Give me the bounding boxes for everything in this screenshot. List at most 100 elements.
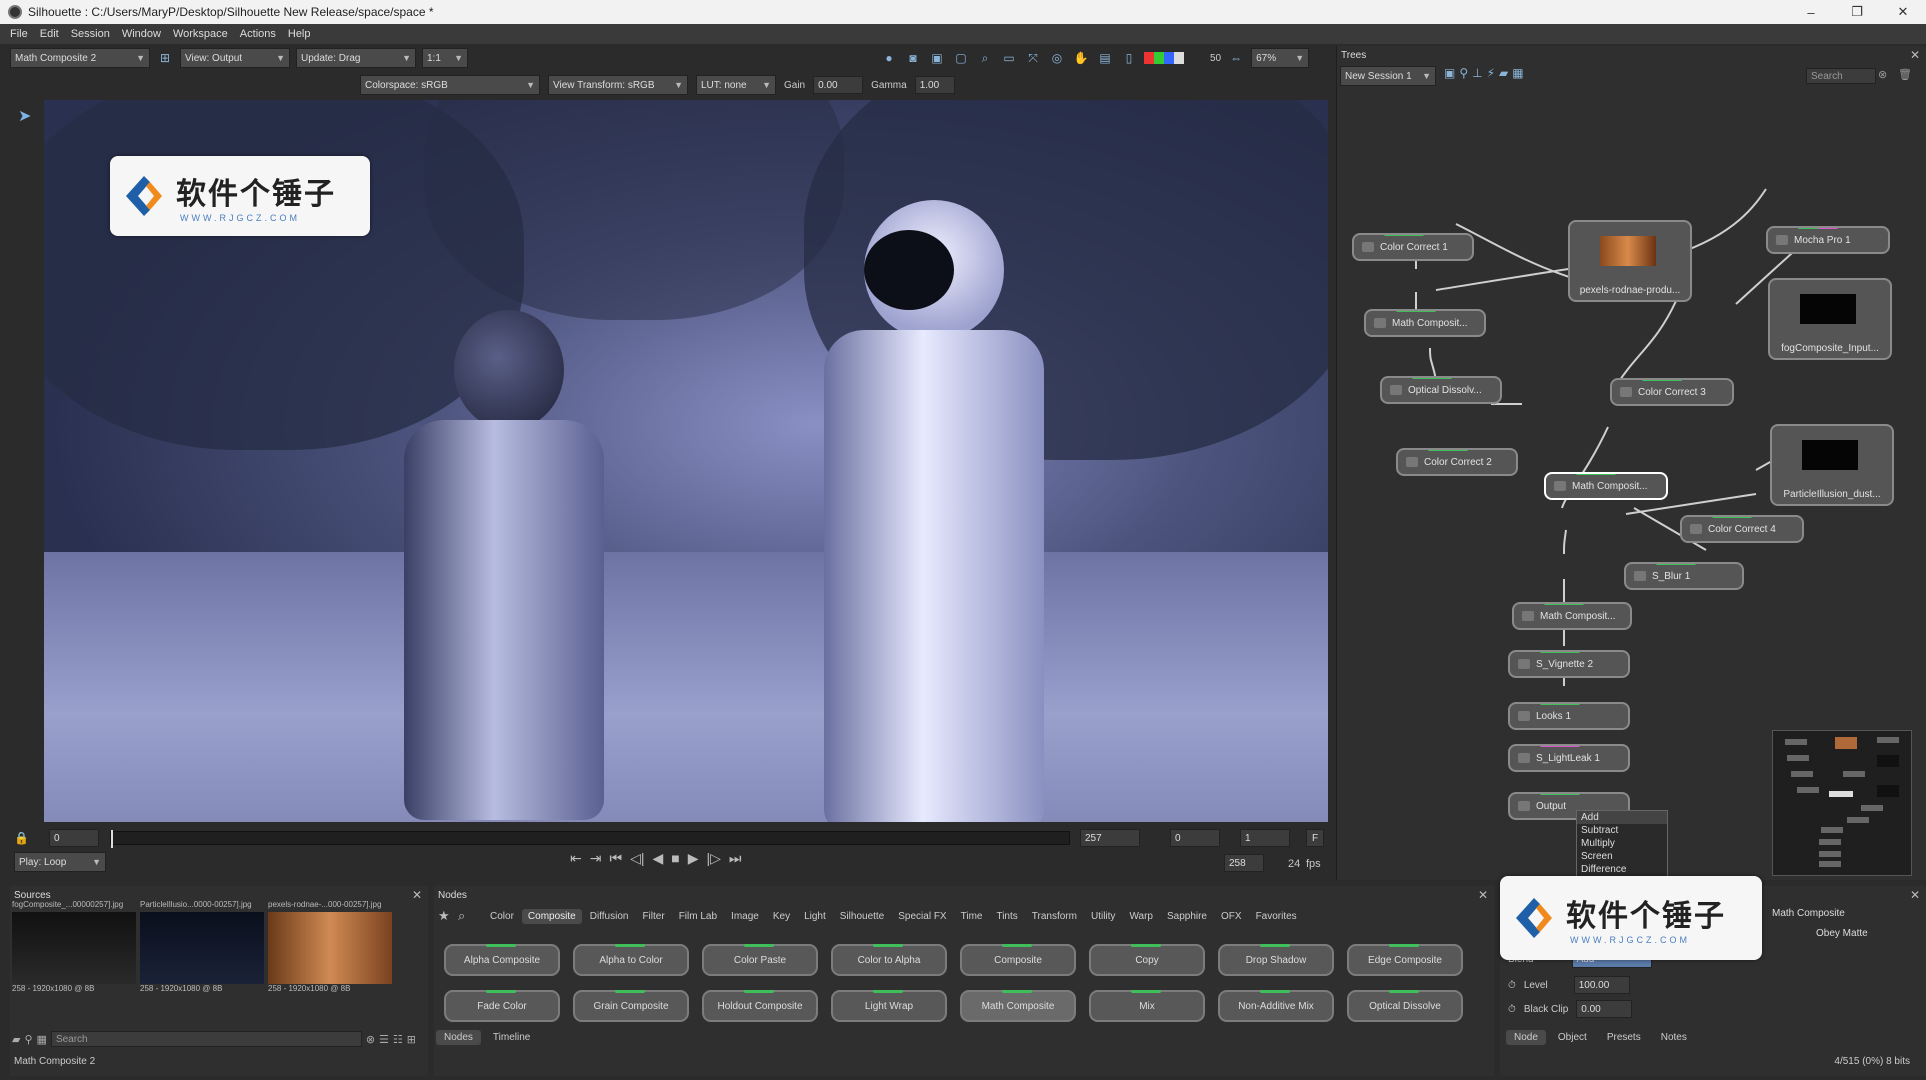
film-icon[interactable]: ▦ (37, 1033, 47, 1046)
close-icon[interactable]: ✕ (1478, 888, 1488, 902)
tree-node-pexels-source[interactable]: pexels-rodnae-produ... (1568, 220, 1692, 302)
pointer-icon[interactable]: ➤ (18, 106, 31, 126)
node-btn-alpha-to-color[interactable]: Alpha to Color (573, 944, 689, 976)
tab-diffusion[interactable]: Diffusion (584, 909, 635, 924)
play-reverse-icon[interactable]: ◀ (652, 850, 663, 867)
tab-object[interactable]: Object (1550, 1030, 1595, 1045)
trash-icon[interactable]: 🗑 (1898, 68, 1912, 81)
gamma-field[interactable]: 1.00 (914, 76, 955, 94)
fit-icon[interactable]: ⤧ (1024, 49, 1042, 67)
tab-film-lab[interactable]: Film Lab (673, 909, 723, 924)
tab-nodes[interactable]: Nodes (436, 1030, 481, 1045)
tab-composite[interactable]: Composite (521, 908, 582, 924)
arrange-icon[interactable]: ⊥ (1472, 66, 1482, 80)
tab-key[interactable]: Key (767, 909, 796, 924)
region-icon[interactable]: ▭ (1000, 49, 1018, 67)
tree-node-color-correct-4[interactable]: Color Correct 4 (1680, 515, 1804, 543)
detail-view-icon[interactable]: ☷ (393, 1033, 403, 1046)
channels-icon[interactable] (1144, 52, 1184, 64)
target-icon[interactable]: ◎ (1048, 49, 1066, 67)
tab-timeline[interactable]: Timeline (485, 1030, 538, 1045)
menu-file[interactable]: File (10, 28, 28, 40)
tree-node-color-correct-1[interactable]: Color Correct 1 (1352, 233, 1474, 261)
tree-node-math-composite-b[interactable]: Math Composit... (1544, 472, 1668, 500)
filter-icon[interactable]: ⚲ (24, 1033, 32, 1046)
node-btn-color-to-alpha[interactable]: Color to Alpha (831, 944, 947, 976)
node-btn-drop-shadow[interactable]: Drop Shadow (1218, 944, 1334, 976)
grid-view-icon[interactable]: ⊞ (407, 1033, 416, 1046)
go-start-icon[interactable]: ⇤ (570, 850, 582, 867)
tree-view-icon[interactable]: ▣ (1444, 66, 1455, 80)
view-combo[interactable]: View: Output ▼ (180, 48, 290, 68)
zoom-combo[interactable]: 67% ▼ (1251, 48, 1310, 68)
step-back-many-icon[interactable]: ⏮ (609, 850, 622, 867)
menu-session[interactable]: Session (71, 28, 110, 40)
tab-tints[interactable]: Tints (990, 909, 1023, 924)
step-forward-icon[interactable]: |▷ (707, 850, 721, 867)
view-transform-combo[interactable]: View Transform: sRGB ▼ (548, 75, 688, 95)
blend-mode-dropdown[interactable]: Add Subtract Multiply Screen Difference (1576, 810, 1668, 878)
ratio-combo[interactable]: 1:1 ▼ (422, 48, 468, 68)
source-item[interactable]: pexels-rodnae-...000-00257].jpg 258 - 19… (268, 900, 392, 1002)
list-view-icon[interactable]: ☰ (379, 1033, 389, 1046)
tab-sapphire[interactable]: Sapphire (1161, 909, 1213, 924)
node-btn-copy[interactable]: Copy (1089, 944, 1205, 976)
timeline-bar[interactable] (110, 830, 1070, 848)
tab-image[interactable]: Image (725, 909, 765, 924)
tab-transform[interactable]: Transform (1026, 909, 1083, 924)
node-btn-optical-dissolve[interactable]: Optical Dissolve (1347, 990, 1463, 1022)
minimize-button[interactable]: – (1788, 0, 1834, 24)
playhead[interactable] (111, 830, 113, 848)
tab-presets[interactable]: Presets (1599, 1030, 1649, 1045)
black-clip-field[interactable]: 0.00 (1576, 1000, 1633, 1018)
zoom-icon[interactable]: ⌕ (976, 49, 994, 67)
tab-silhouette[interactable]: Silhouette (834, 909, 890, 924)
node-btn-mix[interactable]: Mix (1089, 990, 1205, 1022)
tab-time[interactable]: Time (955, 909, 989, 924)
level-field[interactable]: 100.00 (1573, 976, 1630, 994)
play-mode-combo[interactable]: Play: Loop ▼ (14, 852, 106, 872)
end-frame-field[interactable]: 257 (1080, 829, 1140, 847)
clock-icon[interactable]: ⏱ (1508, 1004, 1516, 1015)
clear-search-icon[interactable]: ⊗ (366, 1033, 375, 1046)
node-btn-grain-composite[interactable]: Grain Composite (573, 990, 689, 1022)
tab-color[interactable]: Color (484, 909, 520, 924)
tree-node-s-lightleak-1[interactable]: S_LightLeak 1 (1508, 744, 1630, 772)
maximize-button[interactable]: ❐ (1834, 0, 1880, 24)
menu-edit[interactable]: Edit (40, 28, 59, 40)
tree-node-mocha-pro-1[interactable]: Mocha Pro 1 (1766, 226, 1890, 254)
play-icon[interactable]: ▶ (688, 850, 699, 867)
dropdown-option-multiply[interactable]: Multiply (1577, 837, 1667, 850)
update-combo[interactable]: Update: Drag ▼ (296, 48, 416, 68)
filter-icon[interactable]: ⚲ (1459, 66, 1468, 80)
in-frame-field[interactable]: 0 (1170, 829, 1220, 847)
tree-node-color-correct-3[interactable]: Color Correct 3 (1610, 378, 1734, 406)
frame-icon[interactable]: ▢ (952, 49, 970, 67)
tree-node-s-blur-1[interactable]: S_Blur 1 (1624, 562, 1744, 590)
go-in-icon[interactable]: ⇥ (590, 850, 602, 867)
tree-node-math-composite-c[interactable]: Math Composit... (1512, 602, 1632, 630)
lut-combo[interactable]: LUT: none ▼ (696, 75, 776, 95)
tree-node-math-composite-a[interactable]: Math Composit... (1364, 309, 1486, 337)
dropdown-option-difference[interactable]: Difference (1577, 863, 1667, 876)
dropdown-option-subtract[interactable]: Subtract (1577, 824, 1667, 837)
stop-icon[interactable]: ■ (671, 850, 679, 867)
tab-notes[interactable]: Notes (1653, 1030, 1695, 1045)
tab-special-fx[interactable]: Special FX (892, 909, 952, 924)
source-item[interactable]: ParticleIllusio...0000-00257].jpg 258 - … (140, 900, 264, 1002)
trees-search-input[interactable]: Search (1806, 68, 1876, 84)
hand-icon[interactable]: ✋ (1072, 49, 1090, 67)
monitor-icon[interactable]: ▣ (928, 49, 946, 67)
node-btn-non-additive-mix[interactable]: Non-Additive Mix (1218, 990, 1334, 1022)
tree-node-color-correct-2[interactable]: Color Correct 2 (1396, 448, 1518, 476)
f-button[interactable]: F (1306, 829, 1324, 847)
step-back-icon[interactable]: ◁| (630, 850, 644, 867)
close-button[interactable]: ✕ (1880, 0, 1926, 24)
tree-node-optical-dissolve[interactable]: Optical Dissolv... (1380, 376, 1502, 404)
node-btn-fade-color[interactable]: Fade Color (444, 990, 560, 1022)
folder-icon[interactable]: ▰ (12, 1033, 20, 1046)
toggle-icon[interactable]: ● (880, 49, 898, 67)
menu-workspace[interactable]: Workspace (173, 28, 228, 40)
step-field[interactable]: 1 (1240, 829, 1290, 847)
tree-node-fog-source[interactable]: fogComposite_Input... (1768, 278, 1892, 360)
